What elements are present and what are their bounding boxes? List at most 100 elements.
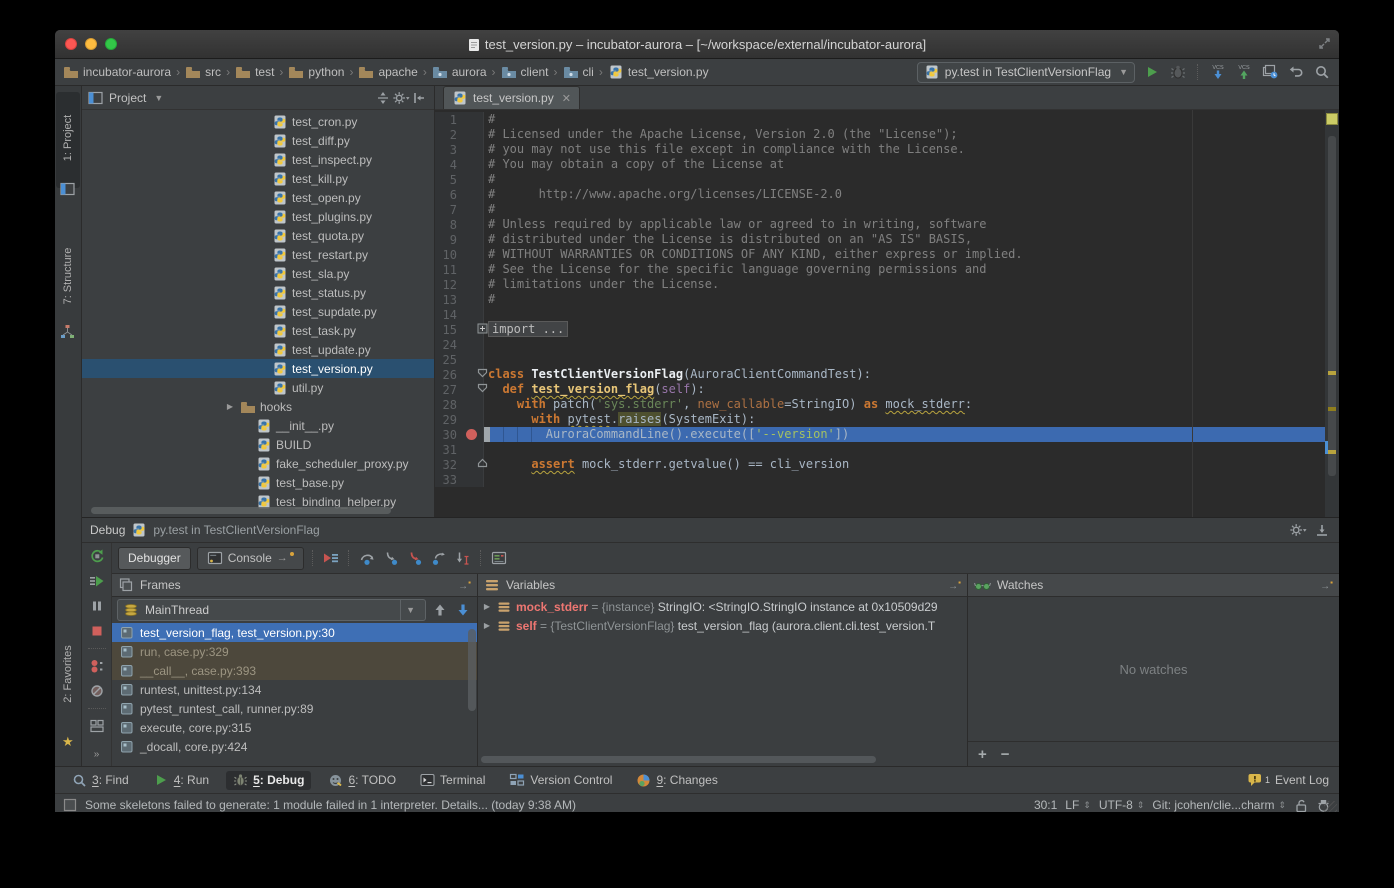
vcs-commit-button[interactable]: VCS bbox=[1235, 63, 1253, 81]
tree-item[interactable]: test_status.py bbox=[82, 283, 434, 302]
zoom-button[interactable] bbox=[105, 38, 117, 50]
status-toggle-icon[interactable] bbox=[63, 798, 77, 812]
tool-stripe-favorites[interactable]: 2: Favorites bbox=[62, 645, 74, 702]
tab-console[interactable]: Console → bbox=[197, 547, 304, 570]
tool-stripe-project[interactable]: 1: Project bbox=[62, 115, 74, 161]
tree-item[interactable]: test_sla.py bbox=[82, 264, 434, 283]
gear-icon[interactable] bbox=[1289, 521, 1307, 539]
line-ending-select[interactable]: LF⇕ bbox=[1065, 798, 1091, 812]
float-icon[interactable]: →▪ bbox=[458, 578, 471, 592]
search-everywhere-button[interactable] bbox=[1313, 63, 1331, 81]
view-breakpoints-button[interactable] bbox=[88, 657, 106, 675]
code-line[interactable]: 12# limitations under the License. bbox=[435, 277, 1339, 292]
resize-grip[interactable] bbox=[1324, 801, 1337, 812]
breadcrumb-item[interactable]: aurora bbox=[432, 65, 487, 79]
project-horizontal-scrollbar[interactable] bbox=[82, 507, 434, 514]
encoding-select[interactable]: UTF-8⇕ bbox=[1099, 798, 1145, 812]
breakpoint-icon[interactable] bbox=[466, 429, 477, 440]
tree-item[interactable]: test_restart.py bbox=[82, 245, 434, 264]
rerun-button[interactable] bbox=[88, 547, 106, 565]
evaluate-expression-button[interactable] bbox=[490, 549, 508, 567]
tree-item[interactable]: test_quota.py bbox=[82, 226, 434, 245]
frame-up-button[interactable] bbox=[431, 601, 449, 619]
minimize-button[interactable] bbox=[85, 38, 97, 50]
code-line[interactable]: 25 bbox=[435, 352, 1339, 367]
settle-icon[interactable] bbox=[374, 89, 392, 107]
breadcrumb-item[interactable]: client bbox=[501, 65, 549, 79]
tool-window-button-find[interactable]: 3: Find bbox=[65, 771, 136, 790]
gutter[interactable]: 27 bbox=[435, 382, 484, 397]
pause-button[interactable] bbox=[88, 597, 106, 615]
warning-mark[interactable] bbox=[1328, 371, 1336, 375]
debug-button[interactable] bbox=[1169, 63, 1187, 81]
gutter[interactable]: 5 bbox=[435, 172, 484, 187]
code-line[interactable]: 13# bbox=[435, 292, 1339, 307]
gutter[interactable]: 13 bbox=[435, 292, 484, 307]
variable-row[interactable]: ▶self = {TestClientVersionFlag} test_ver… bbox=[478, 616, 967, 635]
tool-window-button-debug[interactable]: 5: Debug bbox=[226, 771, 311, 790]
code-line[interactable]: 31 bbox=[435, 442, 1339, 457]
tree-item[interactable]: test_diff.py bbox=[82, 131, 434, 150]
code-line[interactable]: 26class TestClientVersionFlag(AuroraClie… bbox=[435, 367, 1339, 382]
breadcrumb-item[interactable]: test bbox=[235, 65, 274, 79]
float-icon[interactable]: →▪ bbox=[948, 578, 961, 592]
code-line[interactable]: 30 AuroraCommandLine().execute(['--versi… bbox=[435, 427, 1339, 442]
tool-window-button-version-control[interactable]: Version Control bbox=[502, 771, 619, 790]
gutter[interactable]: 8 bbox=[435, 217, 484, 232]
warning-mark[interactable] bbox=[1328, 450, 1336, 454]
expand-arrow-icon[interactable]: ▶ bbox=[482, 621, 492, 630]
vcs-history-button[interactable] bbox=[1261, 63, 1279, 81]
code-line[interactable]: 15import ... bbox=[435, 322, 1339, 337]
gutter[interactable]: 33 bbox=[435, 472, 484, 487]
vcs-update-button[interactable]: VCS bbox=[1209, 63, 1227, 81]
gutter[interactable]: 15 bbox=[435, 322, 484, 337]
tool-window-button-run[interactable]: 4: Run bbox=[146, 770, 216, 790]
gutter[interactable]: 9 bbox=[435, 232, 484, 247]
step-into-button[interactable] bbox=[382, 549, 400, 567]
code-line[interactable]: 24 bbox=[435, 337, 1339, 352]
code-line[interactable]: 32 assert mock_stderr.getvalue() == cli_… bbox=[435, 457, 1339, 472]
hide-tool-window-icon[interactable] bbox=[1313, 521, 1331, 539]
breadcrumb-item[interactable]: incubator-aurora bbox=[63, 65, 171, 79]
code-line[interactable]: 11# See the License for the specific lan… bbox=[435, 262, 1339, 277]
code-line[interactable]: 1# bbox=[435, 112, 1339, 127]
code-line[interactable]: 5# bbox=[435, 172, 1339, 187]
code-line[interactable]: 2# Licensed under the Apache License, Ve… bbox=[435, 127, 1339, 142]
gutter[interactable]: 28 bbox=[435, 397, 484, 412]
fullscreen-icon[interactable] bbox=[1318, 37, 1331, 50]
structure-icon[interactable] bbox=[60, 324, 75, 339]
event-log-button[interactable]: 1 Event Log bbox=[1247, 772, 1329, 788]
favorites-star-icon[interactable]: ★ bbox=[62, 734, 74, 750]
gutter[interactable]: 25 bbox=[435, 352, 484, 367]
gutter[interactable]: 6 bbox=[435, 187, 484, 202]
gutter[interactable]: 3 bbox=[435, 142, 484, 157]
tree-item[interactable]: test_task.py bbox=[82, 321, 434, 340]
gutter[interactable]: 7 bbox=[435, 202, 484, 217]
gutter[interactable]: 14 bbox=[435, 307, 484, 322]
thread-selector[interactable]: MainThread ▼ bbox=[117, 599, 426, 621]
code-line[interactable]: 3# you may not use this file except in c… bbox=[435, 142, 1339, 157]
gutter[interactable]: 12 bbox=[435, 277, 484, 292]
run-config-select[interactable]: py.test in TestClientVersionFlag ▼ bbox=[917, 62, 1135, 83]
frame-row[interactable]: runtest, unittest.py:134 bbox=[112, 680, 477, 699]
more-icon[interactable]: » bbox=[94, 749, 100, 760]
git-branch-widget[interactable]: Git: jcohen/clie...charm⇕ bbox=[1152, 798, 1286, 812]
gutter[interactable]: 11 bbox=[435, 262, 484, 277]
gutter[interactable]: 10 bbox=[435, 247, 484, 262]
gutter[interactable]: 26 bbox=[435, 367, 484, 382]
inspection-status-square[interactable] bbox=[1326, 113, 1338, 125]
code-line[interactable]: 6# http://www.apache.org/licenses/LICENS… bbox=[435, 187, 1339, 202]
gutter[interactable]: 4 bbox=[435, 157, 484, 172]
hide-panel-icon[interactable] bbox=[410, 89, 428, 107]
tree-item[interactable]: test_open.py bbox=[82, 188, 434, 207]
status-message[interactable]: Some skeletons failed to generate: 1 mod… bbox=[85, 798, 576, 812]
breadcrumb-item[interactable]: src bbox=[185, 65, 221, 79]
close-button[interactable] bbox=[65, 38, 77, 50]
breadcrumb-item[interactable]: apache bbox=[358, 65, 417, 79]
tree-item[interactable]: test_update.py bbox=[82, 340, 434, 359]
gutter[interactable]: 24 bbox=[435, 337, 484, 352]
float-icon[interactable]: →▪ bbox=[1320, 578, 1333, 592]
tool-window-button-changes[interactable]: 9: Changes bbox=[629, 771, 724, 790]
show-execution-point-button[interactable] bbox=[322, 549, 340, 567]
tree-item[interactable]: fake_scheduler_proxy.py bbox=[82, 454, 434, 473]
